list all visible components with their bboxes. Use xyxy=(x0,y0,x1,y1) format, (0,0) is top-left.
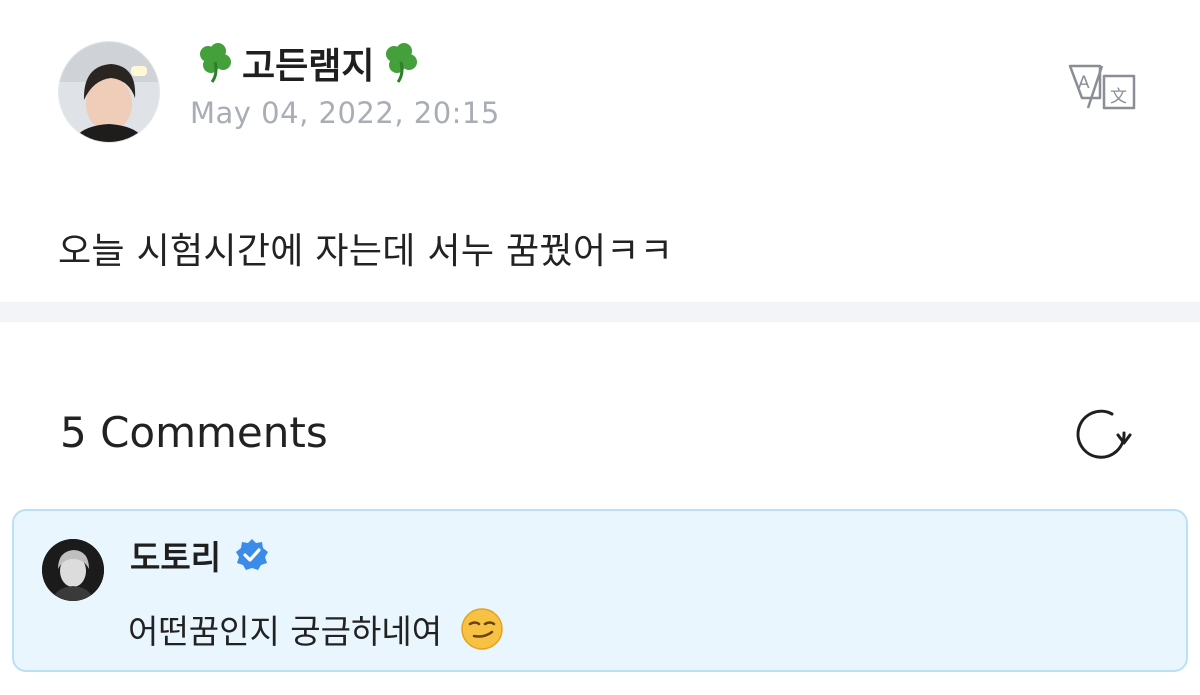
page: 고든램지 May 04, 2022, 20:15 A 文 오늘 시험시간에 자는… xyxy=(0,0,1200,695)
comments-count: 5 Comments xyxy=(60,408,328,457)
svg-text:A: A xyxy=(1078,73,1090,93)
refresh-button[interactable] xyxy=(1072,405,1132,465)
translate-button[interactable]: A 文 xyxy=(1066,62,1138,112)
comment-text: 어떤꿈인지 궁금하네여 xyxy=(128,605,504,653)
translate-icon: A 文 xyxy=(1068,64,1136,110)
post-timestamp: May 04, 2022, 20:15 xyxy=(190,96,500,130)
svg-text:文: 文 xyxy=(1110,87,1127,107)
refresh-icon xyxy=(1076,409,1132,459)
author-avatar[interactable] xyxy=(58,41,160,143)
author-name: 고든램지 xyxy=(192,38,424,88)
smirking-face-icon xyxy=(461,608,503,650)
section-divider xyxy=(0,302,1200,322)
commenter-avatar[interactable] xyxy=(42,539,104,601)
commenter-avatar-image xyxy=(42,539,104,601)
clover-icon xyxy=(386,43,418,83)
comment-text-content: 어떤꿈인지 궁금하네여 xyxy=(128,612,443,651)
verified-badge-icon xyxy=(236,539,269,570)
author-avatar-image xyxy=(59,42,159,142)
post-body: 오늘 시험시간에 자는데 서누 꿈꿨어ㅋㅋ xyxy=(58,231,674,272)
commenter-name: 도토리 xyxy=(130,533,269,577)
comment-item[interactable]: 도토리 어떤꿈인지 궁금하네여 xyxy=(12,509,1188,672)
commenter-name-text: 도토리 xyxy=(130,538,222,577)
post: 고든램지 May 04, 2022, 20:15 A 文 오늘 시험시간에 자는… xyxy=(0,0,1200,302)
author-name-text: 고든램지 xyxy=(242,46,375,87)
clover-icon xyxy=(200,43,231,83)
